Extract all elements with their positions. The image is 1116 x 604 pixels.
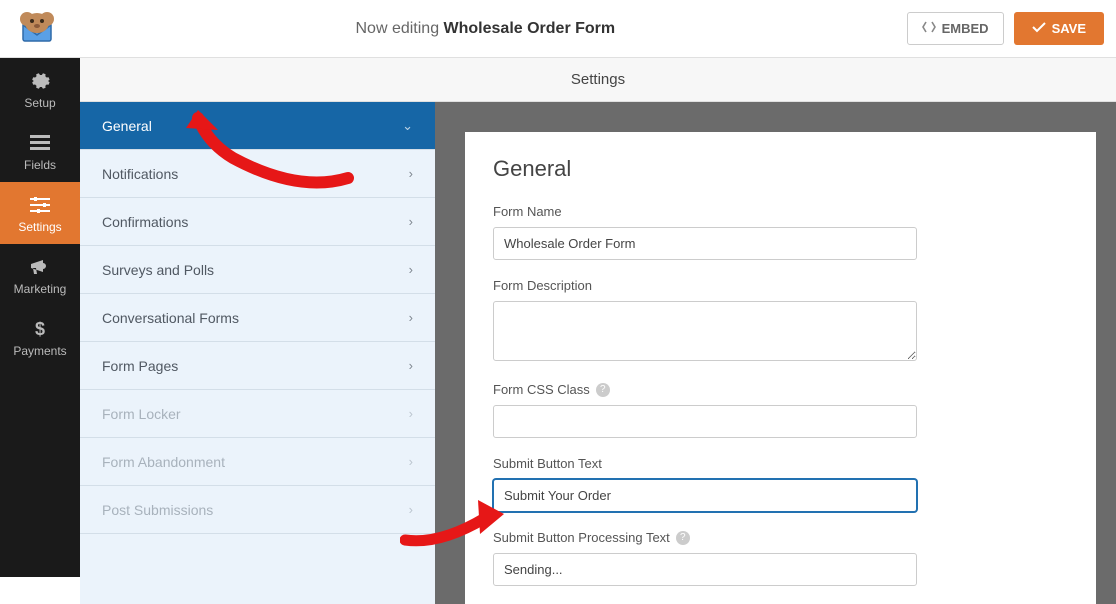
app-logo (10, 7, 64, 51)
svg-text:$: $ (35, 319, 45, 339)
submit-proc-label-text: Submit Button Processing Text (493, 530, 670, 545)
field-submit-text: Submit Button Text (493, 456, 1068, 512)
submit-text-label: Submit Button Text (493, 456, 1068, 471)
side-item-label: Confirmations (102, 214, 188, 230)
top-bar: Now editing Wholesale Order Form EMBED S… (0, 0, 1116, 58)
save-label: SAVE (1052, 21, 1086, 36)
side-item-label: Form Locker (102, 406, 181, 422)
columns: General ⌄ Notifications › Confirmations … (80, 102, 1116, 604)
form-css-label-text: Form CSS Class (493, 382, 590, 397)
form-css-label: Form CSS Class ? (493, 382, 1068, 397)
side-item-label: Surveys and Polls (102, 262, 214, 278)
chevron-right-icon: › (409, 454, 413, 469)
side-item-general[interactable]: General ⌄ (80, 102, 435, 150)
side-item-form-abandonment[interactable]: Form Abandonment › (80, 438, 435, 486)
submit-proc-label: Submit Button Processing Text ? (493, 530, 1068, 545)
form-name-input[interactable] (493, 227, 917, 260)
nav-marketing-label: Marketing (14, 282, 67, 296)
nav-settings[interactable]: Settings (0, 182, 80, 244)
field-form-name: Form Name (493, 204, 1068, 260)
field-form-css: Form CSS Class ? (493, 382, 1068, 438)
submit-text-input[interactable] (493, 479, 917, 512)
editing-prefix: Now editing (355, 20, 443, 37)
side-item-label: Conversational Forms (102, 310, 239, 326)
chevron-right-icon: › (409, 214, 413, 229)
side-item-label: Form Pages (102, 358, 178, 374)
field-submit-proc: Submit Button Processing Text ? (493, 530, 1068, 586)
nav-payments[interactable]: $ Payments (0, 306, 80, 368)
app-body: Setup Fields Settings Marketing $ Paymen… (0, 58, 1116, 577)
check-icon (1032, 21, 1046, 36)
side-item-notifications[interactable]: Notifications › (80, 150, 435, 198)
settings-sidebar: General ⌄ Notifications › Confirmations … (80, 102, 435, 604)
nav-setup[interactable]: Setup (0, 58, 80, 120)
settings-panel: General Form Name Form Description Form … (465, 132, 1096, 604)
side-item-post-submissions[interactable]: Post Submissions › (80, 486, 435, 534)
side-item-label: Post Submissions (102, 502, 213, 518)
form-desc-input[interactable] (493, 301, 917, 361)
chevron-right-icon: › (409, 262, 413, 277)
side-item-form-pages[interactable]: Form Pages › (80, 342, 435, 390)
section-title: Settings (80, 58, 1116, 102)
side-item-form-locker[interactable]: Form Locker › (80, 390, 435, 438)
nav-marketing[interactable]: Marketing (0, 244, 80, 306)
side-item-label: Notifications (102, 166, 178, 182)
side-item-confirmations[interactable]: Confirmations › (80, 198, 435, 246)
side-item-surveys-polls[interactable]: Surveys and Polls › (80, 246, 435, 294)
side-item-label: General (102, 118, 152, 134)
chevron-right-icon: › (409, 502, 413, 517)
chevron-down-icon: ⌄ (402, 118, 413, 134)
nav-payments-label: Payments (13, 344, 66, 358)
list-icon (29, 132, 51, 154)
code-icon (922, 21, 936, 36)
embed-button[interactable]: EMBED (907, 12, 1004, 45)
chevron-right-icon: › (409, 310, 413, 325)
chevron-right-icon: › (409, 358, 413, 373)
sliders-icon (29, 194, 51, 216)
form-css-input[interactable] (493, 405, 917, 438)
left-nav: Setup Fields Settings Marketing $ Paymen… (0, 58, 80, 577)
chevron-right-icon: › (409, 406, 413, 421)
content-wrap: Settings General ⌄ Notifications › Confi… (80, 58, 1116, 577)
embed-label: EMBED (942, 21, 989, 36)
field-form-desc: Form Description (493, 278, 1068, 364)
panel-outer: General Form Name Form Description Form … (435, 102, 1116, 604)
nav-fields[interactable]: Fields (0, 120, 80, 182)
gear-icon (29, 70, 51, 92)
form-desc-label: Form Description (493, 278, 1068, 293)
side-item-conversational[interactable]: Conversational Forms › (80, 294, 435, 342)
help-icon[interactable]: ? (676, 531, 690, 545)
nav-setup-label: Setup (24, 96, 55, 110)
form-name-label: Form Name (493, 204, 1068, 219)
nav-fields-label: Fields (24, 158, 56, 172)
submit-proc-input[interactable] (493, 553, 917, 586)
side-item-label: Form Abandonment (102, 454, 225, 470)
megaphone-icon (29, 256, 51, 278)
dollar-icon: $ (29, 318, 51, 340)
save-button[interactable]: SAVE (1014, 12, 1104, 45)
editing-title: Now editing Wholesale Order Form (64, 20, 907, 38)
help-icon[interactable]: ? (596, 383, 610, 397)
editing-form-name: Wholesale Order Form (444, 20, 616, 37)
chevron-right-icon: › (409, 166, 413, 181)
panel-heading: General (493, 156, 1068, 182)
nav-settings-label: Settings (18, 220, 61, 234)
